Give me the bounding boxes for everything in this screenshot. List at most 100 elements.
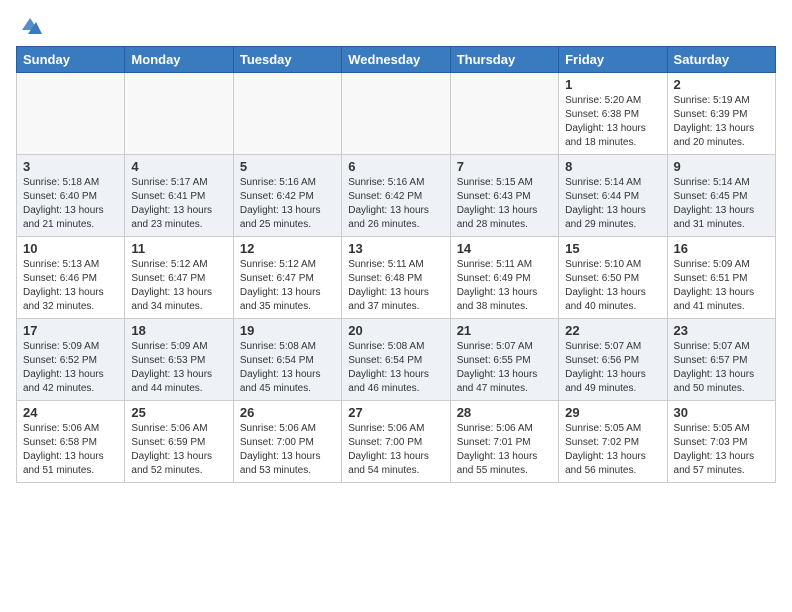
day-info: Sunrise: 5:15 AM Sunset: 6:43 PM Dayligh…: [457, 176, 552, 232]
calendar-day-cell: 30 Sunrise: 5:05 AM Sunset: 7:03 PM Dayli…: [667, 401, 775, 483]
day-number: 13: [348, 241, 443, 256]
day-number: 3: [23, 159, 118, 174]
day-number: 26: [240, 405, 335, 420]
day-info: Sunrise: 5:06 AM Sunset: 7:01 PM Dayligh…: [457, 422, 552, 478]
day-number: 22: [565, 323, 660, 338]
day-number: 25: [131, 405, 226, 420]
calendar-day-cell: 19 Sunrise: 5:08 AM Sunset: 6:54 PM Dayli…: [233, 319, 341, 401]
calendar-body: 1 Sunrise: 5:20 AM Sunset: 6:38 PM Daylig…: [17, 73, 776, 483]
calendar-day-cell: 3 Sunrise: 5:18 AM Sunset: 6:40 PM Daylig…: [17, 155, 125, 237]
day-info: Sunrise: 5:09 AM Sunset: 6:51 PM Dayligh…: [674, 258, 769, 314]
day-info: Sunrise: 5:08 AM Sunset: 6:54 PM Dayligh…: [348, 340, 443, 396]
calendar-day-cell: 23 Sunrise: 5:07 AM Sunset: 6:57 PM Dayli…: [667, 319, 775, 401]
calendar-day-cell: 16 Sunrise: 5:09 AM Sunset: 6:51 PM Dayli…: [667, 237, 775, 319]
day-number: 21: [457, 323, 552, 338]
day-info: Sunrise: 5:06 AM Sunset: 7:00 PM Dayligh…: [348, 422, 443, 478]
calendar-day-cell: 26 Sunrise: 5:06 AM Sunset: 7:00 PM Dayli…: [233, 401, 341, 483]
calendar-day-cell: 13 Sunrise: 5:11 AM Sunset: 6:48 PM Dayli…: [342, 237, 450, 319]
day-info: Sunrise: 5:07 AM Sunset: 6:57 PM Dayligh…: [674, 340, 769, 396]
calendar-day-cell: 24 Sunrise: 5:06 AM Sunset: 6:58 PM Dayli…: [17, 401, 125, 483]
day-number: 30: [674, 405, 769, 420]
day-number: 16: [674, 241, 769, 256]
calendar-day-cell: 12 Sunrise: 5:12 AM Sunset: 6:47 PM Dayli…: [233, 237, 341, 319]
calendar-day-cell: 9Sunrise: 5:14 AM Sunset: 6:45 PM Daylig…: [667, 155, 775, 237]
calendar-week-row: 10 Sunrise: 5:13 AM Sunset: 6:46 PM Dayli…: [17, 237, 776, 319]
day-number: 24: [23, 405, 118, 420]
day-info: Sunrise: 5:08 AM Sunset: 6:54 PM Dayligh…: [240, 340, 335, 396]
calendar-day-cell: 5 Sunrise: 5:16 AM Sunset: 6:42 PM Daylig…: [233, 155, 341, 237]
day-info: Sunrise: 5:09 AM Sunset: 6:52 PM Dayligh…: [23, 340, 118, 396]
day-number: 15: [565, 241, 660, 256]
day-info: Sunrise: 5:16 AM Sunset: 6:42 PM Dayligh…: [240, 176, 335, 232]
day-number: 17: [23, 323, 118, 338]
calendar-day-cell: 25 Sunrise: 5:06 AM Sunset: 6:59 PM Dayli…: [125, 401, 233, 483]
day-number: 19: [240, 323, 335, 338]
calendar-day-cell: 20 Sunrise: 5:08 AM Sunset: 6:54 PM Dayli…: [342, 319, 450, 401]
day-number: 1: [565, 77, 660, 92]
calendar-header-row: SundayMondayTuesdayWednesdayThursdayFrid…: [17, 47, 776, 73]
calendar-header-cell: Tuesday: [233, 47, 341, 73]
calendar-day-cell: [450, 73, 558, 155]
calendar-day-cell: 27 Sunrise: 5:06 AM Sunset: 7:00 PM Dayli…: [342, 401, 450, 483]
calendar-week-row: 1 Sunrise: 5:20 AM Sunset: 6:38 PM Daylig…: [17, 73, 776, 155]
day-number: 5: [240, 159, 335, 174]
calendar-day-cell: 10 Sunrise: 5:13 AM Sunset: 6:46 PM Dayli…: [17, 237, 125, 319]
day-info: Sunrise: 5:20 AM Sunset: 6:38 PM Dayligh…: [565, 94, 660, 150]
day-number: 2: [674, 77, 769, 92]
day-info: Sunrise: 5:14 AM Sunset: 6:45 PM Dayligh…: [674, 176, 769, 232]
calendar-day-cell: [17, 73, 125, 155]
day-number: 23: [674, 323, 769, 338]
day-info: Sunrise: 5:11 AM Sunset: 6:48 PM Dayligh…: [348, 258, 443, 314]
calendar-day-cell: 8Sunrise: 5:14 AM Sunset: 6:44 PM Daylig…: [559, 155, 667, 237]
day-number: 28: [457, 405, 552, 420]
calendar-day-cell: 2 Sunrise: 5:19 AM Sunset: 6:39 PM Daylig…: [667, 73, 775, 155]
day-number: 11: [131, 241, 226, 256]
calendar-header-cell: Sunday: [17, 47, 125, 73]
calendar-day-cell: [125, 73, 233, 155]
calendar-day-cell: 21Sunrise: 5:07 AM Sunset: 6:55 PM Dayli…: [450, 319, 558, 401]
calendar-header-cell: Wednesday: [342, 47, 450, 73]
day-info: Sunrise: 5:06 AM Sunset: 7:00 PM Dayligh…: [240, 422, 335, 478]
calendar-day-cell: 14 Sunrise: 5:11 AM Sunset: 6:49 PM Dayli…: [450, 237, 558, 319]
day-info: Sunrise: 5:10 AM Sunset: 6:50 PM Dayligh…: [565, 258, 660, 314]
day-number: 20: [348, 323, 443, 338]
calendar-day-cell: [233, 73, 341, 155]
calendar-day-cell: 17 Sunrise: 5:09 AM Sunset: 6:52 PM Dayli…: [17, 319, 125, 401]
calendar-table: SundayMondayTuesdayWednesdayThursdayFrid…: [16, 46, 776, 483]
calendar-day-cell: 1 Sunrise: 5:20 AM Sunset: 6:38 PM Daylig…: [559, 73, 667, 155]
day-info: Sunrise: 5:18 AM Sunset: 6:40 PM Dayligh…: [23, 176, 118, 232]
day-number: 10: [23, 241, 118, 256]
day-number: 27: [348, 405, 443, 420]
calendar-day-cell: 18Sunrise: 5:09 AM Sunset: 6:53 PM Dayli…: [125, 319, 233, 401]
logo: [16, 16, 42, 36]
calendar-header-cell: Friday: [559, 47, 667, 73]
calendar-day-cell: 4Sunrise: 5:17 AM Sunset: 6:41 PM Daylig…: [125, 155, 233, 237]
calendar-day-cell: 15 Sunrise: 5:10 AM Sunset: 6:50 PM Dayli…: [559, 237, 667, 319]
day-info: Sunrise: 5:13 AM Sunset: 6:46 PM Dayligh…: [23, 258, 118, 314]
calendar-day-cell: 6 Sunrise: 5:16 AM Sunset: 6:42 PM Daylig…: [342, 155, 450, 237]
day-info: Sunrise: 5:06 AM Sunset: 6:58 PM Dayligh…: [23, 422, 118, 478]
calendar-week-row: 24 Sunrise: 5:06 AM Sunset: 6:58 PM Dayli…: [17, 401, 776, 483]
day-number: 8: [565, 159, 660, 174]
page-header: [16, 16, 776, 36]
day-info: Sunrise: 5:06 AM Sunset: 6:59 PM Dayligh…: [131, 422, 226, 478]
calendar-day-cell: 28 Sunrise: 5:06 AM Sunset: 7:01 PM Dayli…: [450, 401, 558, 483]
calendar-week-row: 3 Sunrise: 5:18 AM Sunset: 6:40 PM Daylig…: [17, 155, 776, 237]
calendar-week-row: 17 Sunrise: 5:09 AM Sunset: 6:52 PM Dayli…: [17, 319, 776, 401]
day-number: 6: [348, 159, 443, 174]
day-number: 14: [457, 241, 552, 256]
day-number: 7: [457, 159, 552, 174]
day-number: 12: [240, 241, 335, 256]
day-info: Sunrise: 5:19 AM Sunset: 6:39 PM Dayligh…: [674, 94, 769, 150]
day-info: Sunrise: 5:16 AM Sunset: 6:42 PM Dayligh…: [348, 176, 443, 232]
day-info: Sunrise: 5:12 AM Sunset: 6:47 PM Dayligh…: [240, 258, 335, 314]
day-info: Sunrise: 5:05 AM Sunset: 7:02 PM Dayligh…: [565, 422, 660, 478]
calendar-header-cell: Thursday: [450, 47, 558, 73]
calendar-day-cell: 11Sunrise: 5:12 AM Sunset: 6:47 PM Dayli…: [125, 237, 233, 319]
calendar-header-cell: Monday: [125, 47, 233, 73]
day-info: Sunrise: 5:11 AM Sunset: 6:49 PM Dayligh…: [457, 258, 552, 314]
day-info: Sunrise: 5:17 AM Sunset: 6:41 PM Dayligh…: [131, 176, 226, 232]
day-info: Sunrise: 5:05 AM Sunset: 7:03 PM Dayligh…: [674, 422, 769, 478]
calendar-header-cell: Saturday: [667, 47, 775, 73]
calendar-day-cell: [342, 73, 450, 155]
